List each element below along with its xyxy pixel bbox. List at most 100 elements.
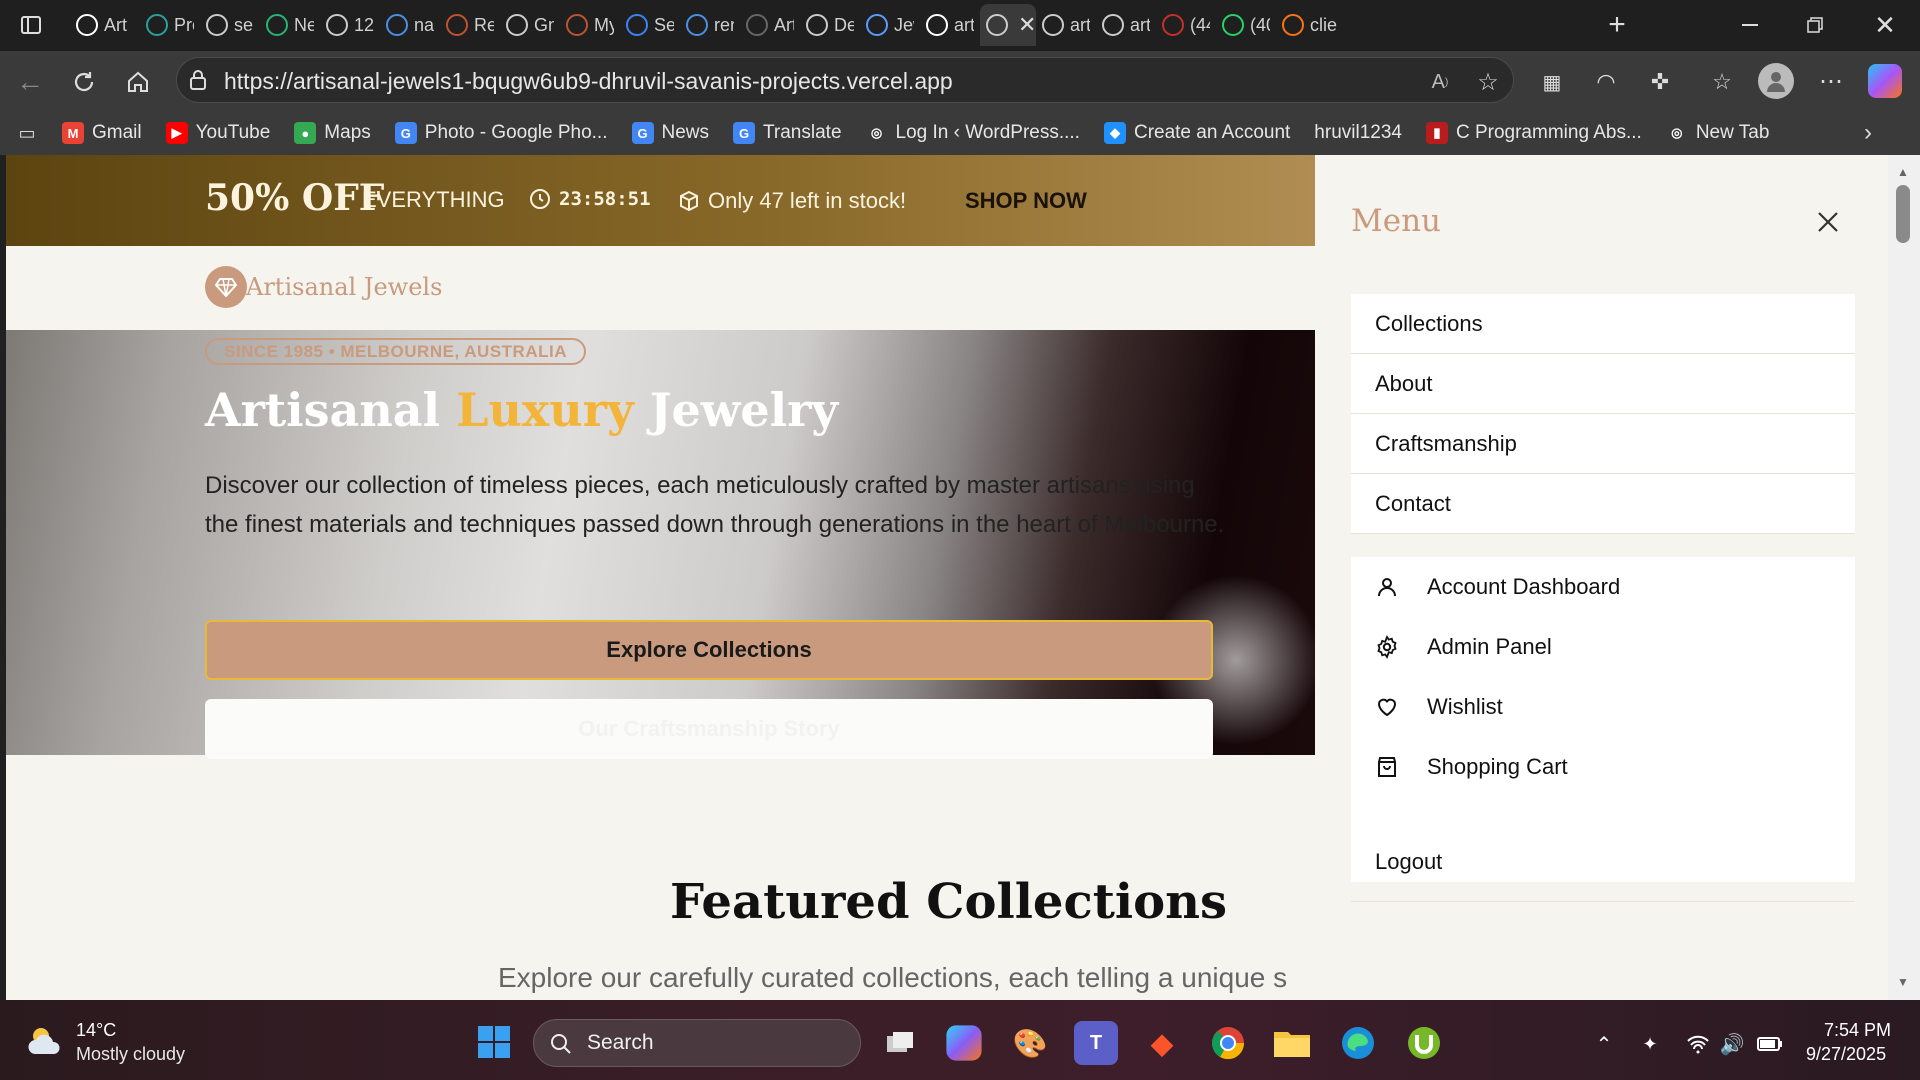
browser-tab[interactable]: (44: [1156, 4, 1216, 46]
minimize-icon[interactable]: [1735, 10, 1765, 40]
browser-tab[interactable]: (40: [1216, 4, 1276, 46]
bookmark-item[interactable]: ◆ Create an Account: [1103, 122, 1290, 144]
back-icon[interactable]: ←: [14, 66, 46, 98]
menu-item-craftsmanship[interactable]: Craftsmanship: [1351, 414, 1855, 474]
close-menu-icon[interactable]: [1806, 200, 1850, 244]
menu-item-contact[interactable]: Contact: [1351, 474, 1855, 534]
more-options-icon[interactable]: ⋯: [1816, 66, 1846, 96]
browser-tab[interactable]: ser: [200, 4, 260, 46]
menu-item-admin-panel[interactable]: Admin Panel: [1351, 617, 1855, 677]
browser-tab[interactable]: Art: [740, 4, 800, 46]
craftsmanship-story-button[interactable]: Our Craftsmanship Story: [205, 699, 1213, 759]
windows-start-icon[interactable]: [474, 1022, 514, 1062]
teams-app-icon[interactable]: T: [1074, 1021, 1118, 1065]
page-scrollbar[interactable]: [1888, 155, 1920, 1000]
tab-actions-icon[interactable]: [18, 12, 44, 38]
bookmark-item[interactable]: ● Maps: [294, 122, 371, 144]
home-icon[interactable]: [122, 66, 154, 98]
bookmark-item[interactable]: ▮ C Programming Abs...: [1425, 122, 1642, 144]
browser-tab[interactable]: ✕: [980, 4, 1036, 46]
browser-tab[interactable]: 12: [320, 4, 380, 46]
tray-app-icon[interactable]: ✦: [1636, 1030, 1664, 1058]
weather-cloud-icon[interactable]: [24, 1020, 66, 1062]
browser-tab[interactable]: My: [560, 4, 620, 46]
volume-icon[interactable]: 🔊: [1718, 1030, 1746, 1058]
scrollbar-thumb[interactable]: [1896, 185, 1910, 243]
weather-description[interactable]: Mostly cloudy: [76, 1044, 185, 1065]
browser-tab[interactable]: De: [800, 4, 860, 46]
menu-item-label: Wishlist: [1427, 694, 1503, 719]
browser-tab[interactable]: Pro: [140, 4, 200, 46]
brave-browser-icon[interactable]: ◆: [1140, 1021, 1184, 1065]
new-tab-icon[interactable]: +: [1602, 8, 1632, 41]
file-explorer-icon[interactable]: [1270, 1021, 1314, 1065]
hero-title-highlight: Luxury: [456, 383, 634, 437]
read-aloud-icon[interactable]: A): [1426, 68, 1454, 96]
menu-item-wishlist[interactable]: Wishlist: [1351, 677, 1855, 737]
shop-now-link[interactable]: SHOP NOW: [965, 188, 1087, 214]
bookmark-item[interactable]: ◎ Log In ‹ WordPress....: [865, 122, 1080, 144]
scroll-down-arrow-icon[interactable]: ▼: [1896, 975, 1910, 989]
favorites-icon[interactable]: ☆: [1708, 68, 1736, 96]
diamond-logo-icon[interactable]: [205, 266, 247, 308]
bookmarks-overflow-chevron-icon[interactable]: ›: [1856, 119, 1880, 147]
browser-tab[interactable]: Res: [440, 4, 500, 46]
collections-icon[interactable]: ▭: [14, 120, 40, 146]
extensions-puzzle-icon[interactable]: ✜: [1646, 68, 1674, 96]
menu-item-about[interactable]: About: [1351, 354, 1855, 414]
bookmark-item[interactable]: M Gmail: [62, 122, 142, 144]
browser-tab[interactable]: Se: [620, 4, 680, 46]
wifi-icon[interactable]: [1684, 1030, 1712, 1058]
bookmark-item[interactable]: hruvil1234: [1314, 122, 1402, 144]
utorrent-icon[interactable]: [1402, 1021, 1446, 1065]
chrome-browser-icon[interactable]: [1206, 1021, 1250, 1065]
clock-time[interactable]: 7:54 PM: [1824, 1020, 1891, 1041]
google-icon: [506, 14, 528, 36]
menu-item-shopping-cart[interactable]: Shopping Cart: [1351, 737, 1855, 797]
browser-tab[interactable]: Jew: [860, 4, 920, 46]
site-logo-text[interactable]: Artisanal Jewels: [246, 273, 442, 301]
taskbar-search-box[interactable]: [533, 1019, 861, 1067]
url-text[interactable]: https://artisanal-jewels1-bqugw6ub9-dhru…: [224, 68, 953, 95]
browser-tab[interactable]: rer: [680, 4, 740, 46]
browser-tab[interactable]: art: [1036, 4, 1096, 46]
site-header: [6, 246, 1315, 330]
logout-button[interactable]: Logout: [1351, 822, 1855, 902]
browser-tab[interactable]: Gn: [500, 4, 560, 46]
bookmark-item[interactable]: G Translate: [733, 122, 842, 144]
task-view-icon[interactable]: [878, 1021, 922, 1065]
browser-tab[interactable]: art: [920, 4, 980, 46]
lock-icon[interactable]: [186, 68, 210, 92]
close-window-icon[interactable]: ✕: [1870, 10, 1900, 40]
profile-avatar[interactable]: [1758, 63, 1794, 99]
clock-date[interactable]: 9/27/2025: [1806, 1044, 1886, 1065]
show-hidden-icons-chevron-icon[interactable]: ⌃: [1592, 1032, 1616, 1056]
bookmark-item[interactable]: G Photo - Google Pho...: [394, 122, 608, 144]
extension-grid-icon[interactable]: ▦: [1538, 68, 1566, 96]
bookmark-item[interactable]: G News: [631, 122, 709, 144]
paint-app-icon[interactable]: 🎨: [1008, 1021, 1052, 1065]
bookmark-item[interactable]: ◎ New Tab: [1665, 122, 1769, 144]
browser-tab[interactable]: clie: [1276, 4, 1346, 46]
speed-icon[interactable]: ◠: [1592, 68, 1620, 96]
menu-item-account-dashboard[interactable]: Account Dashboard: [1351, 557, 1855, 617]
copilot-taskbar-icon[interactable]: [946, 1025, 982, 1061]
scroll-up-arrow-icon[interactable]: ▲: [1896, 165, 1910, 179]
browser-tab[interactable]: nar: [380, 4, 440, 46]
explore-collections-button[interactable]: Explore Collections: [205, 620, 1213, 680]
book-icon: ▮: [1425, 122, 1448, 144]
browser-tab[interactable]: Art: [70, 4, 140, 46]
browser-tab[interactable]: art: [1096, 4, 1156, 46]
close-tab-icon[interactable]: ✕: [1018, 12, 1036, 38]
browser-tab[interactable]: Ne: [260, 4, 320, 46]
bookmark-item[interactable]: ▶ YouTube: [165, 122, 270, 144]
menu-item-collections[interactable]: Collections: [1351, 294, 1855, 354]
weather-temperature[interactable]: 14°C: [76, 1020, 116, 1041]
battery-icon[interactable]: [1756, 1030, 1784, 1058]
gmail-icon: M: [62, 122, 84, 144]
favorite-star-icon[interactable]: ☆: [1474, 68, 1502, 96]
copilot-icon[interactable]: [1868, 64, 1902, 98]
refresh-icon[interactable]: [68, 66, 100, 98]
edge-browser-icon[interactable]: [1336, 1021, 1380, 1065]
restore-icon[interactable]: [1800, 10, 1830, 40]
